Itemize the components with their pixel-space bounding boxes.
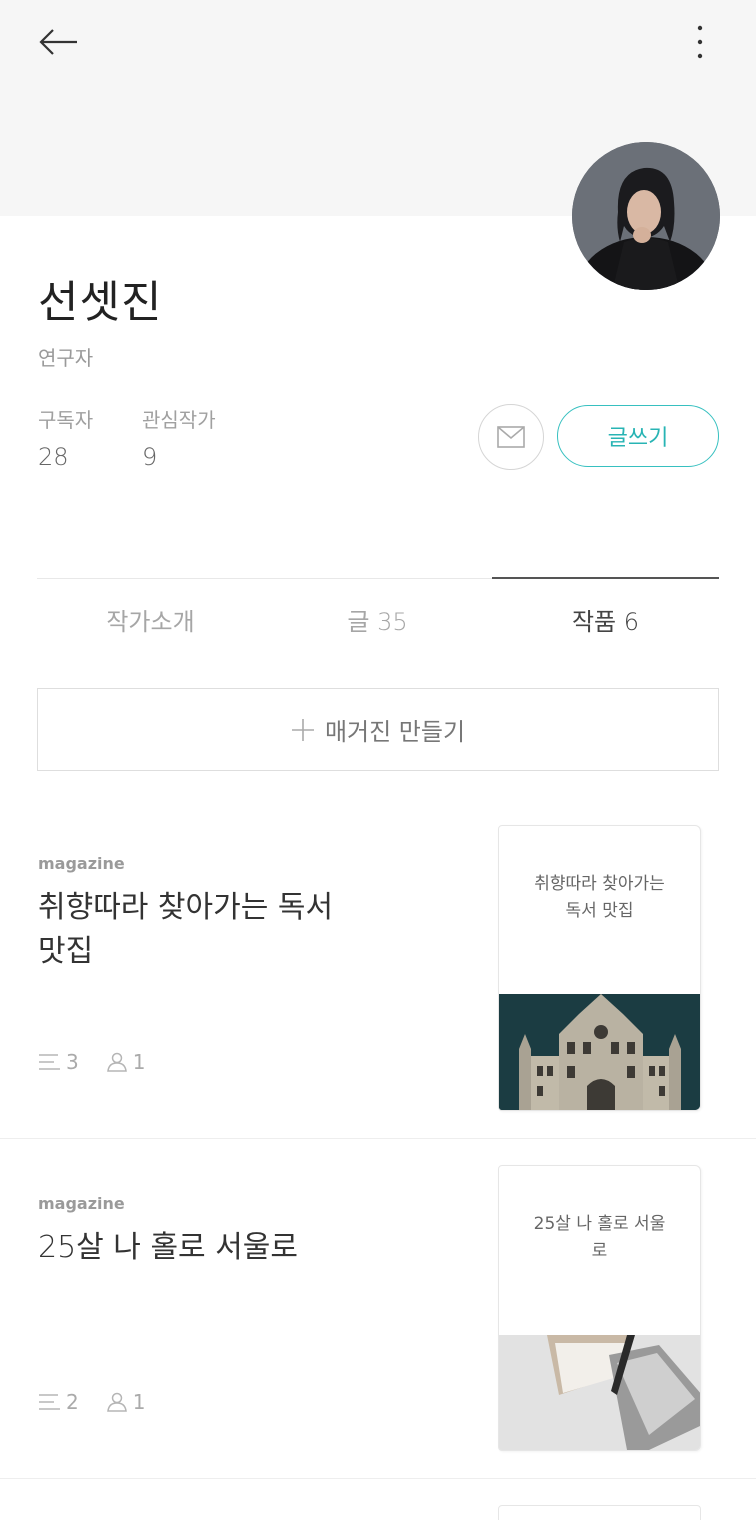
cover-image xyxy=(499,1335,700,1450)
avatar-photo xyxy=(572,142,720,290)
plus-icon xyxy=(291,718,314,741)
magazine-title: 25살 나 홀로 서울로 xyxy=(38,1230,298,1265)
subscribers-count: 28 xyxy=(38,443,69,471)
list-icon xyxy=(39,1394,60,1410)
back-arrow-icon xyxy=(39,29,77,55)
magazine-meta: 3 1 xyxy=(38,1050,171,1074)
author-name: 선셋진 xyxy=(38,277,163,328)
item-divider xyxy=(0,1138,756,1139)
make-magazine-button[interactable]: 매거진 만들기 xyxy=(37,688,719,771)
tab-works[interactable]: 작품 6 xyxy=(492,600,719,644)
person-icon xyxy=(106,1052,127,1072)
list-icon xyxy=(39,1054,60,1070)
magazine-cover[interactable]: 취향따라 찾아가는 독서 맛집 xyxy=(498,825,701,1111)
back-button[interactable] xyxy=(30,18,86,66)
subscribers-label: 구독자 xyxy=(38,408,94,432)
magazine-item[interactable]: magazine 25살 나 홀로 서울로 2 1 25살 나 홀로 서울로 xyxy=(0,1140,756,1480)
write-button[interactable]: 글쓰기 xyxy=(557,405,719,467)
magazine-kind-label: magazine xyxy=(38,1194,125,1213)
favorite-authors-stat[interactable]: 관심작가 9 xyxy=(142,404,216,471)
magazine-item[interactable]: magazine 취향따라 찾아가는 독서 맛집 3 1 취향따라 찾아가는 독… xyxy=(0,800,756,1140)
make-magazine-label: 매거진 만들기 xyxy=(324,718,466,746)
favorite-authors-count: 9 xyxy=(142,443,158,471)
magazine-cover-partial[interactable] xyxy=(498,1505,701,1520)
book-photo-illustration xyxy=(499,1335,700,1450)
cover-image xyxy=(499,994,700,1110)
cover-title: 취향따라 찾아가는 독서 맛집 xyxy=(534,874,665,921)
magazine-meta: 2 1 xyxy=(38,1390,171,1414)
favorite-authors-label: 관심작가 xyxy=(142,408,216,432)
item-divider xyxy=(0,1478,756,1479)
magazine-title: 취향따라 찾아가는 독서 맛집 xyxy=(38,890,334,969)
more-vertical-icon xyxy=(697,25,703,59)
active-tab-indicator xyxy=(492,577,719,579)
post-count: 3 xyxy=(66,1050,79,1074)
mail-icon xyxy=(497,426,525,448)
writer-count: 1 xyxy=(132,1050,146,1074)
person-icon xyxy=(106,1392,127,1412)
castle-illustration xyxy=(499,994,700,1110)
avatar[interactable] xyxy=(572,142,720,290)
author-role: 연구자 xyxy=(38,346,94,370)
more-menu-button[interactable] xyxy=(676,18,724,66)
cover-title: 25살 나 홀로 서울로 xyxy=(533,1214,666,1261)
tab-posts[interactable]: 글 35 xyxy=(264,600,491,644)
magazine-cover[interactable]: 25살 나 홀로 서울로 xyxy=(498,1165,701,1451)
magazine-kind-label: magazine xyxy=(38,854,125,873)
writer-count: 1 xyxy=(132,1390,146,1414)
tab-author-intro[interactable]: 작가소개 xyxy=(37,600,264,644)
message-button[interactable] xyxy=(478,404,544,470)
post-count: 2 xyxy=(66,1390,79,1414)
subscribers-stat[interactable]: 구독자 28 xyxy=(38,404,93,471)
